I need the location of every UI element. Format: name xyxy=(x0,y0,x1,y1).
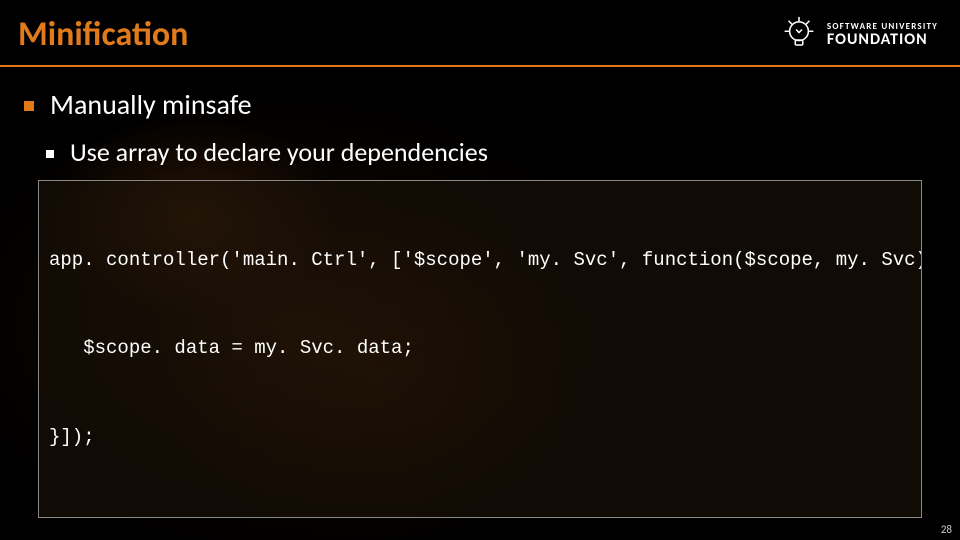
text-span: – Utility that minsafe your code xyxy=(217,534,580,540)
lightbulb-icon xyxy=(779,15,819,55)
logo-line-2: FOUNDATION xyxy=(827,32,938,48)
bullet-square-small-icon xyxy=(46,150,54,158)
bullet-text: Use array to declare your dependencies xyxy=(70,136,488,168)
logo-text: SOFTWARE UNIVERSITY FOUNDATION xyxy=(827,22,938,48)
bullet-square-icon xyxy=(24,101,34,111)
slide-body: Manually minsafe Use array to declare yo… xyxy=(0,67,960,540)
bullet-text: Use ng. Min – Utility that minsafe your … xyxy=(50,534,580,540)
bullet-level-1: Manually minsafe xyxy=(24,87,936,122)
text-span: Use xyxy=(50,534,99,540)
code-line: app. controller('main. Ctrl', ['$scope',… xyxy=(49,246,911,275)
title-bar: Minification SOFTWARE UNIVERSITY FOUNDAT… xyxy=(0,0,960,67)
code-block: app. controller('main. Ctrl', ['$scope',… xyxy=(38,180,922,518)
page-number: 28 xyxy=(941,523,952,536)
bullet-level-2: Use array to declare your dependencies xyxy=(46,136,936,168)
slide-title: Minification xyxy=(18,14,188,55)
bullet-text: Manually minsafe xyxy=(50,87,252,122)
bullet-level-1: Use ng. Min – Utility that minsafe your … xyxy=(24,534,936,540)
code-line: }]); xyxy=(49,423,911,452)
code-line: $scope. data = my. Svc. data; xyxy=(49,334,911,363)
slide: Minification SOFTWARE UNIVERSITY FOUNDAT… xyxy=(0,0,960,540)
logo: SOFTWARE UNIVERSITY FOUNDATION xyxy=(779,15,942,55)
